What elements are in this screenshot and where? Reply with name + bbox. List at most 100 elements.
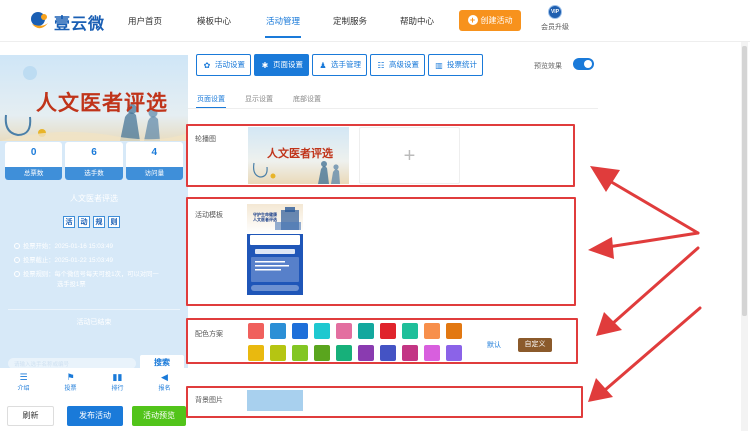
rules-char: 则 bbox=[108, 216, 120, 228]
annotation-arrowhead bbox=[588, 378, 613, 402]
toolbar-label: 选手管理 bbox=[331, 60, 361, 69]
vip-icon: VIP bbox=[548, 5, 562, 19]
tab-signup[interactable]: ◀ 报名 bbox=[141, 368, 188, 396]
plus-icon: + bbox=[467, 15, 478, 25]
top-navigation: 壹云微 用户首页 模板中心 活动管理 定制服务 帮助中心 + 创建活动 VIP 会… bbox=[0, 0, 750, 42]
users-icon: ♟ bbox=[319, 61, 327, 70]
nav-user-home[interactable]: 用户首页 bbox=[128, 15, 162, 27]
clock-icon bbox=[14, 243, 20, 249]
stat-visits: 4 访问量 bbox=[125, 142, 183, 180]
mobile-preview: 人文医者评选 0 总票数 6 选手数 4 访问量 人文医者评选 活 动 规 则 … bbox=[0, 55, 188, 431]
nav-custom-service[interactable]: 定制服务 bbox=[333, 15, 367, 27]
annotation-arrow bbox=[603, 306, 702, 392]
preview-effect-label: 预览效果 bbox=[534, 63, 562, 70]
brand-logo[interactable]: 壹云微 bbox=[30, 10, 128, 33]
stat-contestants: 6 选手数 bbox=[65, 142, 123, 180]
gear-icon: ✿ bbox=[203, 61, 211, 70]
nav-activity-management[interactable]: 活动管理 bbox=[266, 15, 300, 27]
highlight-box-color bbox=[186, 318, 578, 364]
subtab-divider bbox=[188, 108, 598, 109]
stat-value: 4 bbox=[151, 147, 158, 158]
preview-effect-toggle[interactable] bbox=[573, 58, 594, 70]
subtab-footer-settings[interactable]: 底部设置 bbox=[293, 94, 321, 104]
toolbar-label: 页面设置 bbox=[273, 60, 303, 69]
flag-icon: ⚑ bbox=[66, 372, 75, 382]
stat-total-votes: 0 总票数 bbox=[5, 142, 63, 180]
stat-label: 总票数 bbox=[5, 167, 63, 180]
banner-title: 人文医者评选 bbox=[36, 91, 168, 115]
annotation-arrow bbox=[606, 231, 700, 249]
stat-value: 6 bbox=[91, 147, 97, 158]
toolbar-label: 投票统计 bbox=[447, 60, 477, 69]
vote-rule-text: 投票规则：每个微信号每天可投1次，可以对同一 bbox=[23, 271, 159, 278]
vote-start-info: 投票开始：2025-01-16 15:03:49 bbox=[14, 242, 113, 251]
advanced-settings-button[interactable]: ☷ 高级设置 bbox=[370, 54, 425, 76]
activity-settings-button[interactable]: ✿ 活动设置 bbox=[196, 54, 251, 76]
vote-statistics-button[interactable]: ▥ 投票统计 bbox=[428, 54, 483, 76]
tab-label: 排行 bbox=[111, 386, 124, 392]
vote-rule-info-continued: 选手投1票 bbox=[57, 281, 86, 288]
annotation-arrowhead bbox=[590, 166, 620, 192]
vote-end-info: 投票截止：2025-01-22 15:03:49 bbox=[14, 256, 113, 265]
annotation-arrowhead bbox=[596, 312, 622, 336]
toggle-knob bbox=[584, 60, 592, 68]
vip-upgrade[interactable]: VIP 会员升级 bbox=[535, 5, 575, 35]
brand-name: 壹云微 bbox=[54, 16, 106, 33]
publish-activity-button[interactable]: 发布活动 bbox=[67, 406, 123, 426]
search-placeholder: 请输入选手名称或编号 bbox=[14, 362, 70, 368]
clock-icon bbox=[14, 257, 20, 263]
stat-label: 选手数 bbox=[65, 167, 123, 180]
activity-ended-text: 活动已结束 bbox=[76, 319, 112, 326]
vip-upgrade-label: 会员升级 bbox=[541, 24, 569, 31]
subtab-active-indicator bbox=[196, 107, 226, 108]
rules-char: 动 bbox=[78, 216, 90, 228]
create-activity-button[interactable]: + 创建活动 bbox=[459, 10, 521, 31]
contestant-management-button[interactable]: ♟ 选手管理 bbox=[312, 54, 367, 76]
vote-start-text: 投票开始：2025-01-16 15:03:49 bbox=[23, 243, 113, 250]
nav-help-center[interactable]: 帮助中心 bbox=[400, 15, 434, 27]
tab-ranking[interactable]: ▮▮ 排行 bbox=[94, 368, 141, 396]
annotation-arrow bbox=[610, 246, 700, 326]
activity-rules-heading: 活 动 规 则 bbox=[63, 216, 120, 228]
highlight-box-background bbox=[186, 386, 583, 418]
stat-label: 访问量 bbox=[125, 167, 183, 180]
stats-row: 0 总票数 6 选手数 4 访问量 bbox=[5, 142, 183, 182]
sliders-icon: ☷ bbox=[377, 61, 385, 70]
subtab-display-settings[interactable]: 显示设置 bbox=[245, 94, 273, 104]
stat-value: 0 bbox=[30, 147, 37, 158]
nav-template-center[interactable]: 模板中心 bbox=[197, 15, 231, 27]
create-activity-label: 创建活动 bbox=[480, 16, 513, 25]
page-scrollbar[interactable] bbox=[741, 42, 748, 431]
toolbar-label: 活动设置 bbox=[215, 60, 245, 69]
annotation-arrowhead bbox=[588, 237, 614, 259]
divider bbox=[8, 309, 180, 310]
subtab-page-settings[interactable]: 页面设置 bbox=[197, 94, 225, 104]
bar-chart-icon: ▥ bbox=[435, 61, 443, 70]
vote-end-text: 投票截止：2025-01-22 15:03:49 bbox=[23, 257, 113, 264]
toolbar-label: 高级设置 bbox=[389, 60, 419, 69]
list-icon: ☰ bbox=[19, 372, 28, 382]
nav-active-indicator bbox=[265, 36, 301, 38]
highlight-box-template bbox=[186, 197, 576, 306]
logo-icon bbox=[31, 12, 48, 29]
preview-tabbar: ☰ 介绍 ⚑ 投票 ▮▮ 排行 ◀ 报名 bbox=[0, 368, 188, 396]
rules-char: 规 bbox=[93, 216, 105, 228]
page-settings-button[interactable]: ✱ 页面设置 bbox=[254, 54, 309, 76]
tab-intro[interactable]: ☰ 介绍 bbox=[0, 368, 47, 396]
annotation-arrow bbox=[606, 178, 700, 235]
refresh-button[interactable]: 刷新 bbox=[7, 406, 54, 426]
preview-banner: 人文医者评选 bbox=[0, 55, 188, 141]
tab-label: 介绍 bbox=[17, 386, 30, 392]
bar-chart-icon: ▮▮ bbox=[112, 372, 123, 382]
scrollbar-thumb[interactable] bbox=[742, 46, 747, 316]
vote-rule-info: 投票规则：每个微信号每天可投1次，可以对同一 bbox=[14, 270, 159, 279]
settings-icon: ✱ bbox=[261, 61, 269, 70]
event-name: 人文医者评选 bbox=[70, 194, 118, 203]
rules-char: 活 bbox=[63, 216, 75, 228]
tab-vote[interactable]: ⚑ 投票 bbox=[47, 368, 94, 396]
megaphone-icon: ◀ bbox=[161, 372, 168, 382]
preview-actions: 刷新 发布活动 活动预览 bbox=[0, 396, 188, 431]
highlight-box-carousel bbox=[186, 124, 575, 187]
tab-label: 投票 bbox=[64, 386, 77, 392]
activity-preview-button[interactable]: 活动预览 bbox=[132, 406, 186, 426]
